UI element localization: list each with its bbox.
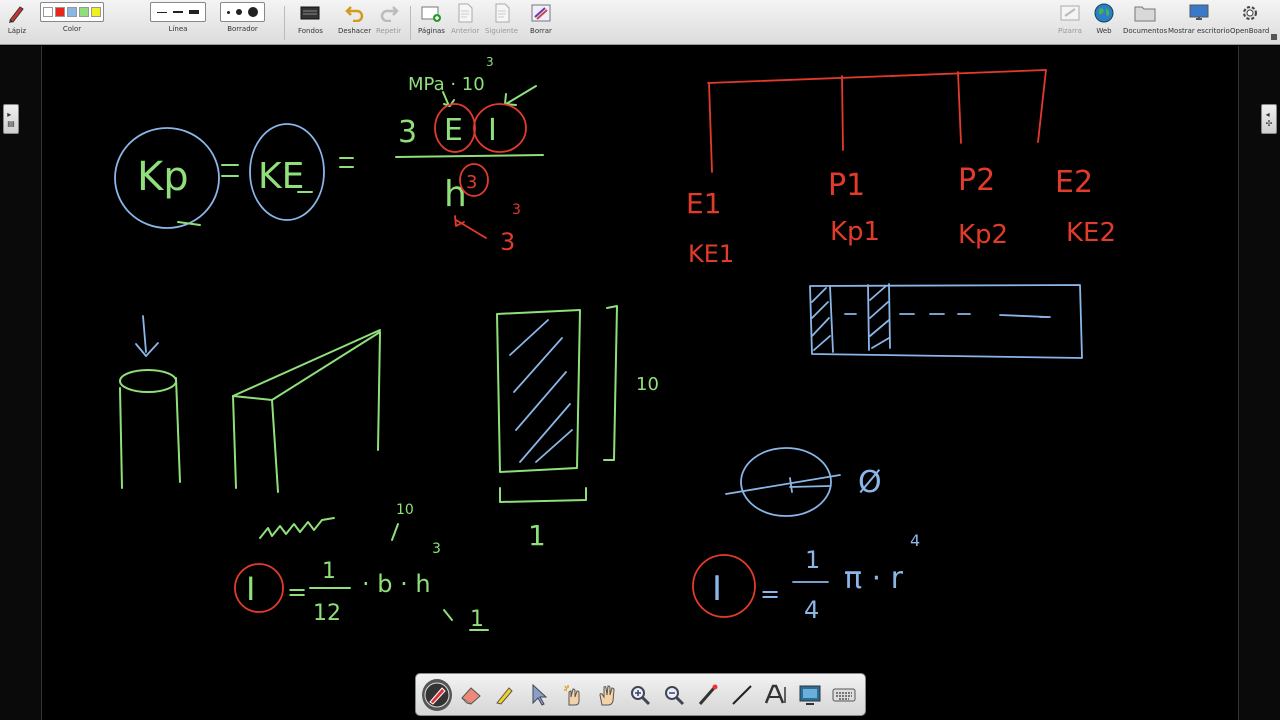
label-e2: E2 [1055,165,1093,200]
laser-pointer-icon [699,684,718,705]
exp-circ: 4 [910,531,920,550]
screen-capture-icon [799,685,821,705]
height-label: 10 [636,374,659,395]
eq-rect: = [287,578,307,606]
line-icon [732,684,752,705]
phi-label: Ø [858,465,882,500]
label-kp2: Kp2 [958,220,1008,250]
frame-diagram: E1 P1 P2 E2 KE1 Kp1 Kp2 KE2 [686,69,1116,268]
selector-tool-button[interactable] [524,679,554,711]
formula-stiffness: Kp KE MPa · 10 3 3 E I h 3 3 3 [114,55,544,256]
label-p2: P2 [958,163,995,198]
E-text: E [444,113,463,148]
zoom-out-tool-button[interactable] [659,679,689,711]
pi-circ: π · r [844,561,904,596]
column-sketches [119,315,381,539]
text-tool-button[interactable] [761,679,791,711]
exp-rect: 3 [432,541,441,557]
laser-pointer-tool-button[interactable] [693,679,723,711]
units-text: MPa · 10 [408,74,485,95]
kp-text: Kp [137,154,189,200]
pen-icon [424,682,450,707]
hand-tool-button[interactable] [592,679,622,711]
I-rect-text: I [246,570,255,608]
capture-tool-button[interactable] [795,679,825,711]
text-tool-icon [765,684,786,703]
label-ke2: KE2 [1066,218,1116,248]
I-text: I [488,113,497,148]
I-circ-text: I [712,569,722,609]
zoom-in-tool-button[interactable] [626,679,656,711]
label-p1: P1 [828,168,865,203]
I-circle [473,103,527,153]
highlighter-icon [495,686,513,705]
highlighter-tool-button[interactable] [490,679,520,711]
zoom-in-icon [631,685,651,705]
sub-rect: 1 [470,607,484,632]
arrow-pointer-icon [532,683,547,706]
units-exp: 3 [486,55,494,69]
eraser-tool-button[interactable] [456,679,486,711]
num-rect: 1 [322,559,336,584]
ink-layer: Kp KE MPa · 10 3 3 E I h 3 3 3 E1 P1 P2 … [114,55,1116,632]
ten-rect: 10 [396,502,414,518]
width-label: 1 [528,519,546,552]
plan-section [809,283,1083,359]
formula-circle-inertia: I = 1 4 π · r 4 [692,531,920,624]
pen-tool-button[interactable] [422,678,452,711]
virtual-keyboard-button[interactable] [829,679,859,711]
b-rect: · b · h [362,570,431,598]
hand-icon [599,684,615,705]
den-rect: 12 [313,601,341,626]
ke-text: KE [258,156,304,197]
label-e1: E1 [686,187,722,220]
h-text: h [444,174,467,215]
magic-hand-icon [563,684,580,705]
den-circ: 4 [804,596,819,624]
rect-cross-section: 10 1 [496,305,659,552]
keyboard-icon [832,688,856,701]
interact-tool-button[interactable] [558,679,588,711]
cube-exp: 3 [512,202,521,218]
three-text: 3 [398,115,417,150]
zoom-out-icon [665,685,685,705]
eraser-icon [461,686,481,705]
label-ke1: KE1 [688,240,734,268]
label-kp1: Kp1 [830,217,880,247]
stylus-palette [415,673,866,716]
formula-rect-inertia: I = 1 12 · b · h 3 10 1 [234,502,489,632]
cube-text: 3 [500,228,515,256]
h-exp: 3 [466,172,477,193]
num-circ: 1 [805,546,820,574]
circle-cross-section: Ø [725,447,882,517]
line-tool-button[interactable] [727,679,757,711]
eq-circ: = [760,580,780,608]
